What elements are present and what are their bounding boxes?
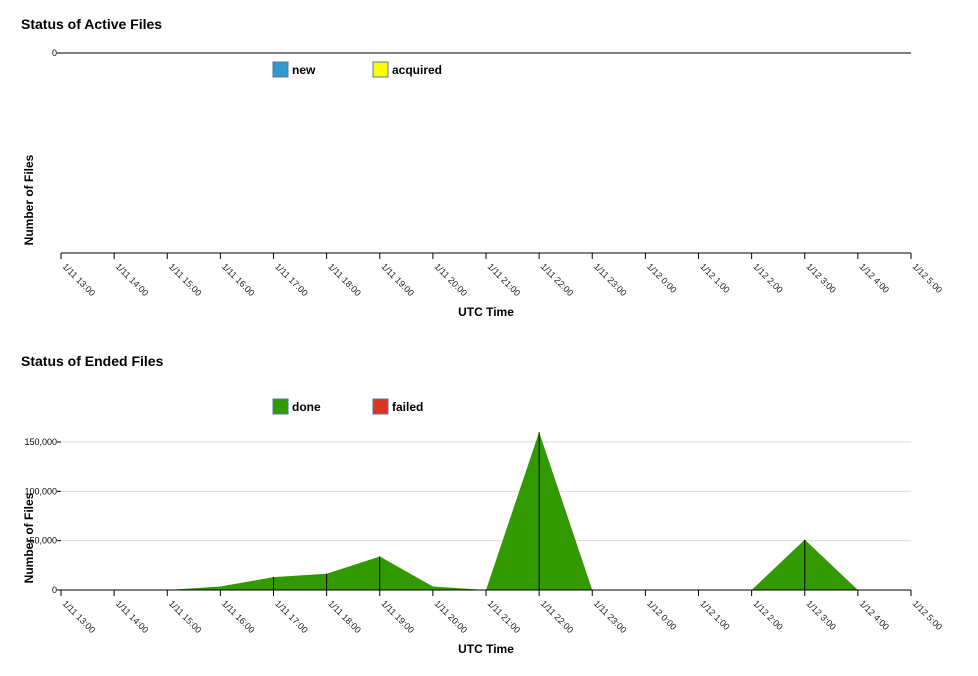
legend-label-acquired: acquired (392, 63, 442, 77)
x-axis-title: UTC Time (458, 305, 514, 319)
x-tick-label: 1/12 2:00 (751, 598, 785, 632)
active-files-chart: 0 1/11 13:00 1/11 14:00 1/11 15:00 1/11 16:0… (22, 48, 945, 319)
legend-label-failed: failed (392, 400, 423, 414)
x-tick-label: 1/12 4:00 (857, 598, 891, 632)
legend-label-new: new (292, 63, 316, 77)
y-tick-label: 150,000 (24, 437, 57, 447)
x-tick-label: 1/12 1:00 (698, 598, 732, 632)
x-tick-label: 1/11 18:00 (326, 598, 363, 635)
x-tick-label: 1/12 3:00 (804, 261, 838, 295)
x-tick-label: 1/11 20:00 (432, 598, 469, 635)
x-tick-label: 1/11 17:00 (273, 598, 310, 635)
y-tick-label: 0 (52, 585, 57, 595)
active-files-panel: Status of Active Files 0 1/11 13:00 1/11 1… (0, 0, 978, 330)
y-axis-title: Number of Files (22, 492, 36, 583)
x-axis-title: UTC Time (458, 642, 514, 656)
x-tick-label: 1/11 22:00 (539, 261, 576, 298)
x-tick-label: 1/11 16:00 (220, 261, 257, 298)
y-tick-label: 0 (52, 48, 57, 58)
x-tick-label: 1/12 5:00 (911, 598, 945, 632)
x-tick-label: 1/12 4:00 (857, 261, 891, 295)
x-tick-label: 1/11 16:00 (220, 598, 257, 635)
legend-label-done: done (292, 400, 321, 414)
x-tick-label: 1/11 19:00 (379, 261, 416, 298)
x-tick-label: 1/11 15:00 (167, 261, 204, 298)
y-axis-title: Number of Files (22, 154, 36, 245)
legend-swatch-acquired (372, 61, 389, 78)
x-tick-label: 1/11 21:00 (486, 598, 523, 635)
x-tick-label: 1/12 1:00 (698, 261, 732, 295)
x-tick-label: 1/11 13:00 (61, 598, 98, 635)
x-tick-label: 1/12 3:00 (804, 598, 838, 632)
x-tick-label: 1/11 23:00 (592, 261, 629, 298)
legend-swatch-new (272, 61, 289, 78)
x-tick-label: 1/11 22:00 (539, 598, 576, 635)
x-tick-label: 1/11 23:00 (592, 598, 629, 635)
x-tick-label: 1/12 5:00 (911, 261, 945, 295)
x-tick-label: 1/11 14:00 (114, 598, 151, 635)
x-tick-label: 1/11 20:00 (432, 261, 469, 298)
ended-files-panel: Status of Ended Files 0 50,000 100,000 150,… (0, 337, 978, 676)
legend-swatch-done (272, 398, 289, 415)
x-tick-label: 1/11 18:00 (326, 261, 363, 298)
x-tick-label: 1/12 0:00 (645, 598, 679, 632)
x-tick-label: 1/12 0:00 (645, 261, 679, 295)
x-tick-label: 1/12 2:00 (751, 261, 785, 295)
series-area-done (61, 432, 911, 590)
x-tick-label: 1/11 19:00 (379, 598, 416, 635)
legend-swatch-failed (372, 398, 389, 415)
ended-files-chart: 050,000100,000150,0001/11 13:00 1/11 14:0… (22, 398, 945, 656)
x-tick-label: 1/11 21:00 (486, 261, 523, 298)
x-tick-label: 1/11 13:00 (61, 261, 98, 298)
x-tick-label: 1/11 17:00 (273, 261, 310, 298)
x-tick-label: 1/11 14:00 (114, 261, 151, 298)
x-tick-label: 1/11 15:00 (167, 598, 204, 635)
